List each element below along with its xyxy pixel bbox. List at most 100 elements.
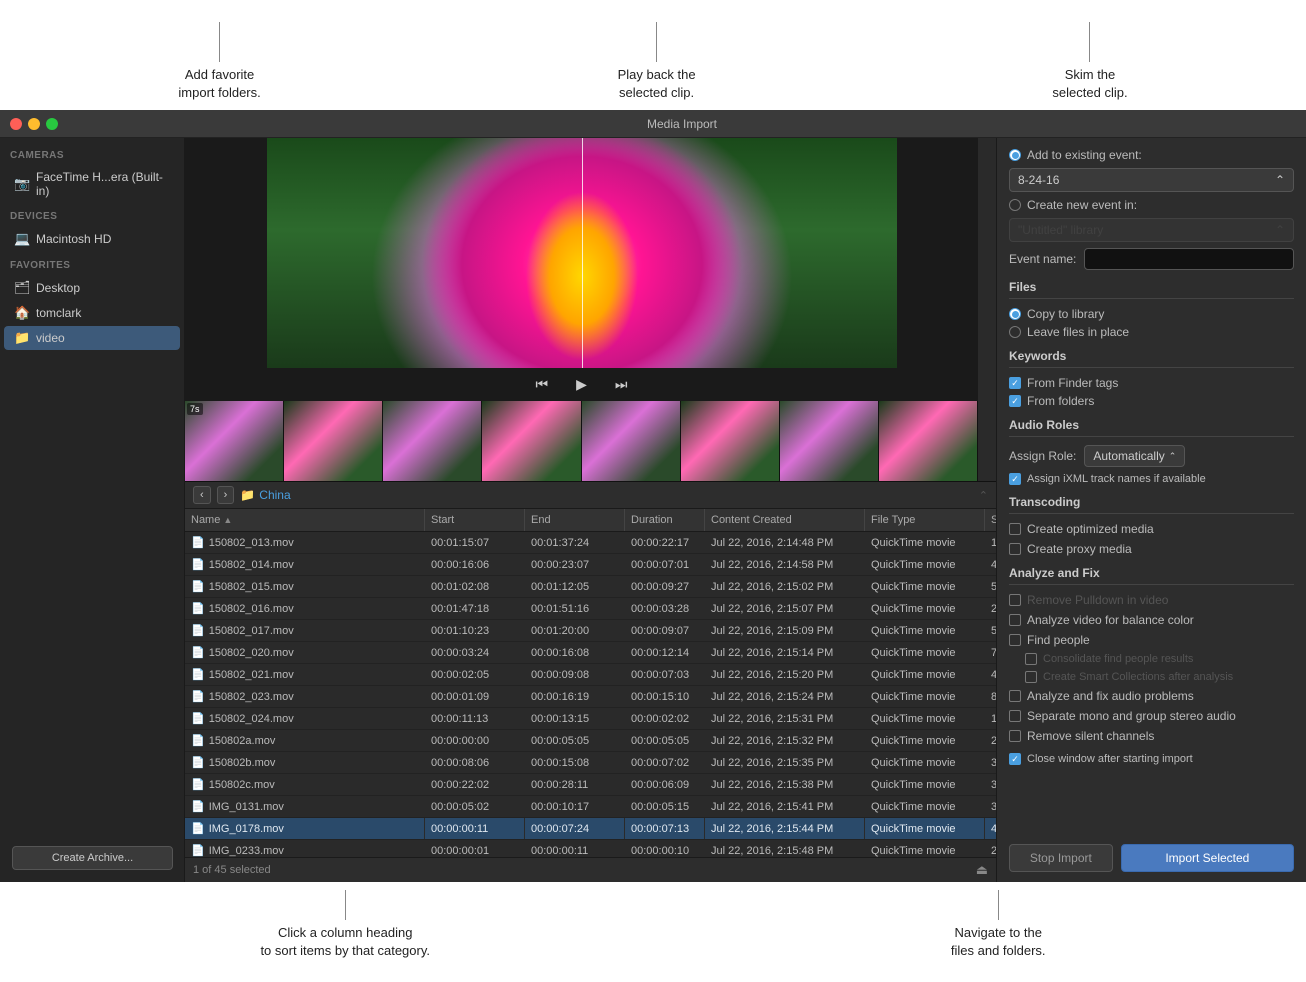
file-cell-duration: 00:00:07:01 (625, 554, 705, 575)
skip-back-button[interactable]: ⏮ (530, 374, 555, 395)
file-cell-type: QuickTime movie (865, 840, 985, 857)
folder-label: 📁 China (240, 488, 290, 502)
checkbox-silent-channels[interactable]: Remove silent channels (1009, 729, 1294, 743)
radio-leave-in-place[interactable]: Leave files in place (1009, 325, 1294, 339)
stop-import-button[interactable]: Stop Import (1009, 844, 1113, 872)
annotation-navigate: Navigate to thefiles and folders. (951, 890, 1046, 960)
checkbox-folders[interactable]: ✓ From folders (1009, 394, 1294, 408)
checkbox-ixml[interactable]: ✓ Assign iXML track names if available (1009, 473, 1294, 485)
back-button[interactable]: ‹ (193, 486, 211, 504)
col-header-duration[interactable]: Duration (625, 509, 705, 531)
file-cell-created: Jul 22, 2016, 2:15:48 PM (705, 840, 865, 857)
col-header-type[interactable]: File Type (865, 509, 985, 531)
keywords-section: Keywords ✓ From Finder tags ✓ From folde… (1009, 349, 1294, 408)
file-cell-created: Jul 22, 2016, 2:15:31 PM (705, 708, 865, 729)
col-header-end[interactable]: End (525, 509, 625, 531)
event-name-row: Event name: (1009, 248, 1294, 270)
sidebar-item-desktop[interactable]: 🗂 Desktop (4, 276, 180, 300)
app-window: Media Import CAMERAS 📷 FaceTime H...era … (0, 110, 1306, 882)
forward-button[interactable]: › (217, 486, 235, 504)
file-cell-start: 00:00:05:02 (425, 796, 525, 817)
radio-add-existing-indicator (1009, 149, 1021, 161)
minimize-button[interactable] (28, 118, 40, 130)
dropdown-arrow[interactable]: ⌃ (979, 489, 988, 502)
checkbox-audio-problems[interactable]: Analyze and fix audio problems (1009, 689, 1294, 703)
col-header-name[interactable]: Name ▲ (185, 509, 425, 531)
fullscreen-button[interactable] (46, 118, 58, 130)
table-row[interactable]: 📄 150802_014.mov 00:00:16:06 00:00:23:07… (185, 554, 996, 576)
col-header-size[interactable]: Size (985, 509, 996, 531)
file-cell-name: 📄 150802_021.mov (185, 664, 425, 685)
table-row[interactable]: 📄 IMG_0131.mov 00:00:05:02 00:00:10:17 0… (185, 796, 996, 818)
sidebar-item-camera[interactable]: 📷 FaceTime H...era (Built-in) (4, 166, 180, 202)
file-icon: 📄 (191, 602, 205, 615)
checkbox-separate-mono[interactable]: Separate mono and group stereo audio (1009, 709, 1294, 723)
file-cell-type: QuickTime movie (865, 774, 985, 795)
table-row[interactable]: 📄 IMG_0178.mov 00:00:00:11 00:00:07:24 0… (185, 818, 996, 840)
checkbox-pulldown[interactable]: Remove Pulldown in video (1009, 593, 1294, 607)
table-row[interactable]: 📄 IMG_0233.mov 00:00:00:01 00:00:00:11 0… (185, 840, 996, 857)
skip-forward-button[interactable]: ⏭ (609, 374, 634, 395)
table-row[interactable]: 📄 150802b.mov 00:00:08:06 00:00:15:08 00… (185, 752, 996, 774)
table-row[interactable]: 📄 150802_016.mov 00:01:47:18 00:01:51:16… (185, 598, 996, 620)
sidebar: CAMERAS 📷 FaceTime H...era (Built-in) DE… (0, 138, 185, 882)
file-cell-start: 00:00:11:13 (425, 708, 525, 729)
file-cell-name: 📄 150802a.mov (185, 730, 425, 751)
table-row[interactable]: 📄 150802_015.mov 00:01:02:08 00:01:12:05… (185, 576, 996, 598)
sidebar-item-macintosh[interactable]: 💻 Macintosh HD (4, 227, 180, 251)
assign-role-row: Assign Role: Automatically ⌃ (1009, 445, 1294, 467)
devices-header: DEVICES (0, 203, 184, 226)
event-dropdown[interactable]: 8-24-16 ⌃ (1009, 168, 1294, 192)
consolidate-checkbox (1025, 653, 1037, 665)
radio-copy-library[interactable]: Copy to library (1009, 307, 1294, 321)
table-row[interactable]: 📄 150802_017.mov 00:01:10:23 00:01:20:00… (185, 620, 996, 642)
file-browser: ‹ › 📁 China ⌃ Name ▲ Start (185, 481, 996, 882)
playback-controls: ⏮ ▶ ⏭ (267, 368, 897, 401)
table-row[interactable]: 📄 150802_021.mov 00:00:02:05 00:00:09:08… (185, 664, 996, 686)
play-button[interactable]: ▶ (570, 374, 593, 395)
col-header-created[interactable]: Content Created (705, 509, 865, 531)
preview-wrapper: ⏮ ▶ ⏭ 7s (185, 138, 978, 481)
file-cell-start: 00:01:10:23 (425, 620, 525, 641)
eject-button[interactable]: ⏏ (976, 862, 988, 878)
table-row[interactable]: 📄 150802_024.mov 00:00:11:13 00:00:13:15… (185, 708, 996, 730)
checkbox-consolidate[interactable]: Consolidate find people results (1009, 653, 1294, 665)
checkbox-smart-collections[interactable]: Create Smart Collections after analysis (1009, 671, 1294, 683)
checkbox-finder-tags[interactable]: ✓ From Finder tags (1009, 376, 1294, 390)
audio-problems-checkbox (1009, 690, 1021, 702)
checkbox-proxy[interactable]: Create proxy media (1009, 542, 1294, 556)
checkbox-optimized[interactable]: Create optimized media (1009, 522, 1294, 536)
table-row[interactable]: 📄 150802c.mov 00:00:22:02 00:00:28:11 00… (185, 774, 996, 796)
keywords-checkbox-group: ✓ From Finder tags ✓ From folders (1009, 376, 1294, 408)
checkbox-balance[interactable]: Analyze video for balance color (1009, 613, 1294, 627)
separate-mono-checkbox (1009, 710, 1021, 722)
assign-role-dropdown[interactable]: Automatically ⌃ (1084, 445, 1185, 467)
new-library-dropdown[interactable]: "Untitled" library ⌃ (1009, 218, 1294, 242)
file-cell-duration: 00:00:12:14 (625, 642, 705, 663)
filmstrip-frame-3 (383, 401, 482, 481)
import-selected-button[interactable]: Import Selected (1121, 844, 1294, 872)
table-row[interactable]: 📄 150802_020.mov 00:00:03:24 00:00:16:08… (185, 642, 996, 664)
sidebar-item-tomclark[interactable]: 🏠 tomclark (4, 301, 180, 325)
table-row[interactable]: 📄 150802_013.mov 00:01:15:07 00:01:37:24… (185, 532, 996, 554)
file-cell-duration: 00:00:07:13 (625, 818, 705, 839)
sidebar-item-video[interactable]: 📁 video (4, 326, 180, 350)
close-button[interactable] (10, 118, 22, 130)
pulldown-checkbox (1009, 594, 1021, 606)
file-cell-size: 40.9 MB (985, 818, 996, 839)
col-header-start[interactable]: Start (425, 509, 525, 531)
home-icon: 🏠 (14, 305, 30, 321)
file-icon: 📄 (191, 712, 205, 725)
table-row[interactable]: 📄 150802_023.mov 00:00:01:09 00:00:16:19… (185, 686, 996, 708)
event-name-input[interactable] (1084, 248, 1294, 270)
checkbox-close-window[interactable]: ✓ Close window after starting import (1009, 753, 1294, 765)
file-cell-created: Jul 22, 2016, 2:15:14 PM (705, 642, 865, 663)
radio-create-new[interactable]: Create new event in: (1009, 198, 1294, 212)
bottom-buttons: Stop Import Import Selected (1009, 836, 1294, 872)
checkbox-find-people[interactable]: Find people (1009, 633, 1294, 647)
radio-add-existing[interactable]: Add to existing event: (1009, 148, 1294, 162)
file-cell-duration: 00:00:05:05 (625, 730, 705, 751)
table-row[interactable]: 📄 150802a.mov 00:00:00:00 00:00:05:05 00… (185, 730, 996, 752)
create-archive-button[interactable]: Create Archive... (12, 846, 173, 870)
file-cell-start: 00:01:47:18 (425, 598, 525, 619)
